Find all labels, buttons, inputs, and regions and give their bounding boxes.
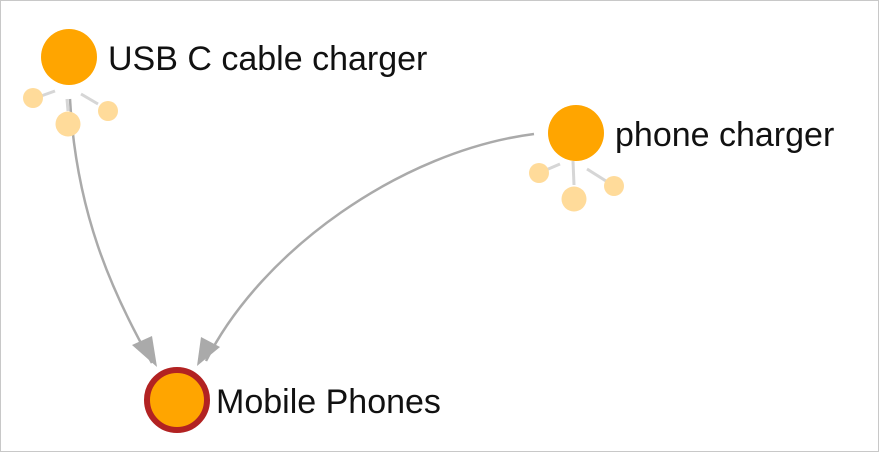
collapsed-child-node[interactable] (98, 101, 118, 121)
node-phone-charger[interactable]: phone charger (548, 105, 834, 161)
collapsed-child-node[interactable] (604, 176, 624, 196)
stub-line (80, 92, 99, 106)
collapsed-child-node[interactable] (55, 111, 81, 137)
stub-line (40, 89, 56, 98)
node-label-phone-charger: phone charger (615, 116, 834, 154)
node-label-usb-c-cable-charger: USB C cable charger (108, 40, 427, 78)
collapsed-child-node[interactable] (23, 88, 43, 108)
node-usb-c-cable-charger[interactable]: USB C cable charger (41, 29, 427, 85)
collapsed-children-phone-charger[interactable] (529, 160, 624, 212)
node-circle[interactable] (548, 105, 604, 161)
stub-line (571, 160, 576, 186)
edge-phone-charger-to-mobile-phones[interactable] (204, 132, 535, 362)
collapsed-child-node[interactable] (529, 163, 549, 183)
collapsed-child-node[interactable] (561, 186, 587, 212)
graph-canvas[interactable]: USB C cable charger phone charger Mobile… (0, 0, 879, 452)
edge-usb-c-cable-charger-to-mobile-phones[interactable] (68, 98, 154, 364)
node-circle-selected[interactable] (144, 367, 210, 433)
collapsed-children-usb-c-cable-charger[interactable] (23, 88, 118, 137)
node-label-mobile-phones: Mobile Phones (216, 383, 441, 421)
stub-line (65, 98, 70, 112)
edge-arrowhead-usb-c (132, 336, 157, 367)
graph-svg: USB C cable charger phone charger Mobile… (23, 29, 834, 433)
node-mobile-phones[interactable]: Mobile Phones (144, 367, 441, 433)
stub-line (586, 167, 607, 183)
node-circle[interactable] (41, 29, 97, 85)
